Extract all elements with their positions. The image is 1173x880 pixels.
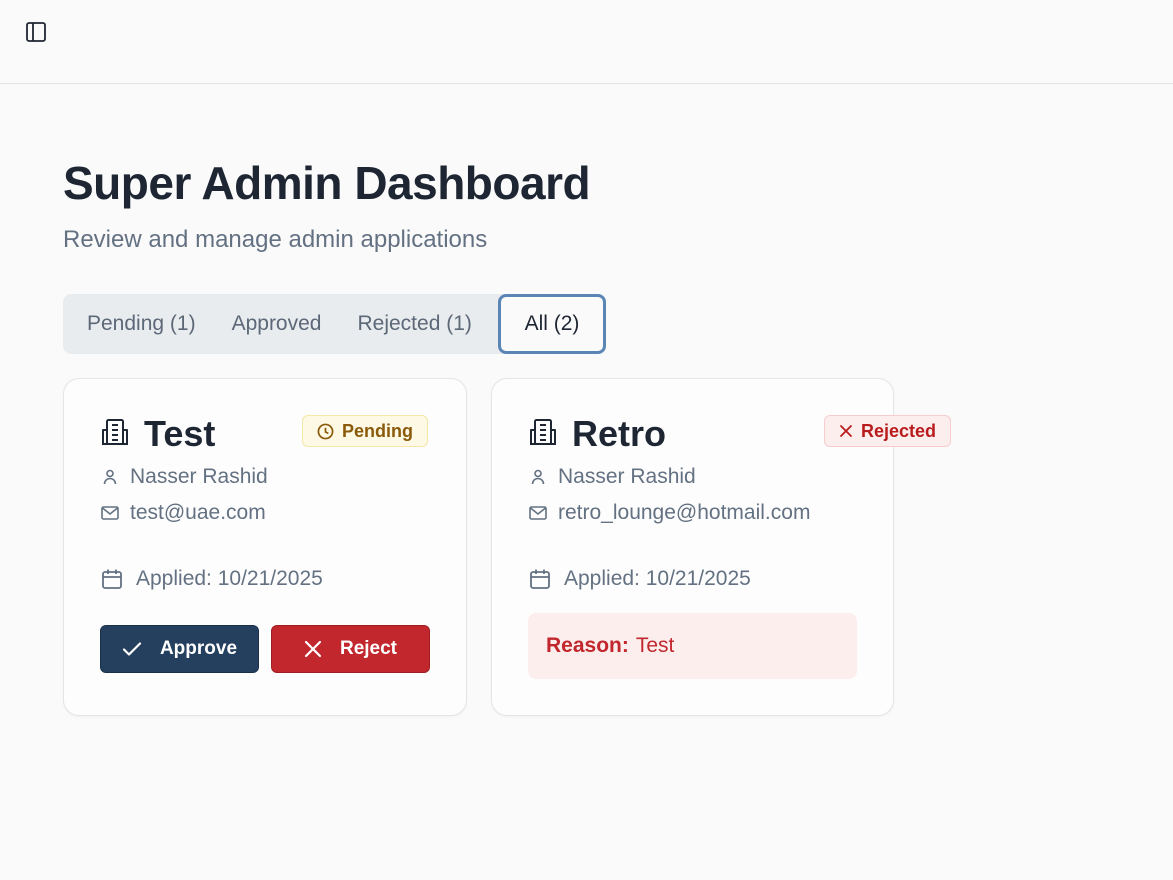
status-badge: Pending <box>302 415 428 447</box>
status-badge: Rejected <box>824 415 952 447</box>
card-header: Retro <box>528 413 666 455</box>
approve-button-label: Approve <box>159 638 238 659</box>
tab-pending[interactable]: Pending (1) <box>69 295 214 353</box>
reason-text: Test <box>635 634 675 657</box>
tab-rejected[interactable]: Rejected (1) <box>339 295 489 353</box>
application-card: Test Pending Nasser Rashid test@uae.com <box>63 378 467 716</box>
applied-date: Applied: 10/21/2025 <box>136 567 323 590</box>
applicant-row: Nasser Rashid <box>528 465 696 489</box>
building-icon <box>100 417 130 452</box>
applied-date-row: Applied: 10/21/2025 <box>100 567 323 591</box>
applicant-email: retro_lounge@hotmail.com <box>558 501 811 524</box>
user-icon <box>528 469 548 485</box>
calendar-icon <box>100 568 124 590</box>
applicant-name: Nasser Rashid <box>130 465 268 488</box>
tab-all[interactable]: All (2) <box>498 294 606 354</box>
top-bar <box>0 0 1173 84</box>
applicant-row: Nasser Rashid <box>100 465 268 489</box>
reason-label: Reason: <box>546 634 629 657</box>
tab-approved[interactable]: Approved <box>214 295 340 353</box>
reject-button-label: Reject <box>339 638 398 659</box>
application-name: Retro <box>572 413 667 454</box>
applied-date: Applied: 10/21/2025 <box>564 567 751 590</box>
status-tabs: Pending (1) Approved Rejected (1) All (2… <box>63 294 606 354</box>
mail-icon <box>528 506 548 520</box>
sidebar-toggle-icon[interactable] <box>24 20 48 44</box>
applicant-email: test@uae.com <box>130 501 266 524</box>
x-icon <box>840 425 852 437</box>
building-icon <box>528 417 558 452</box>
status-badge-label: Pending <box>342 420 413 441</box>
check-icon <box>122 642 142 656</box>
rejection-reason: Reason: Test <box>528 613 857 679</box>
application-card: Retro Rejected Nasser Rashid retro_loung… <box>491 378 952 716</box>
close-icon <box>304 640 322 658</box>
applicant-name: Nasser Rashid <box>558 465 696 488</box>
page-title: Super Admin Dashboard <box>63 157 591 209</box>
email-row: test@uae.com <box>100 501 266 525</box>
user-icon <box>100 469 120 485</box>
card-header: Test <box>100 413 215 455</box>
email-row: retro_lounge@hotmail.com <box>528 501 810 525</box>
calendar-icon <box>528 568 552 590</box>
approve-button[interactable]: Approve <box>100 625 259 673</box>
status-badge-label: Rejected <box>861 420 937 441</box>
mail-icon <box>100 506 120 520</box>
applied-date-row: Applied: 10/21/2025 <box>528 567 751 591</box>
clock-icon <box>317 423 334 439</box>
page-subtitle: Review and manage admin applications <box>63 226 488 253</box>
application-name: Test <box>144 413 216 454</box>
reject-button[interactable]: Reject <box>271 625 430 673</box>
